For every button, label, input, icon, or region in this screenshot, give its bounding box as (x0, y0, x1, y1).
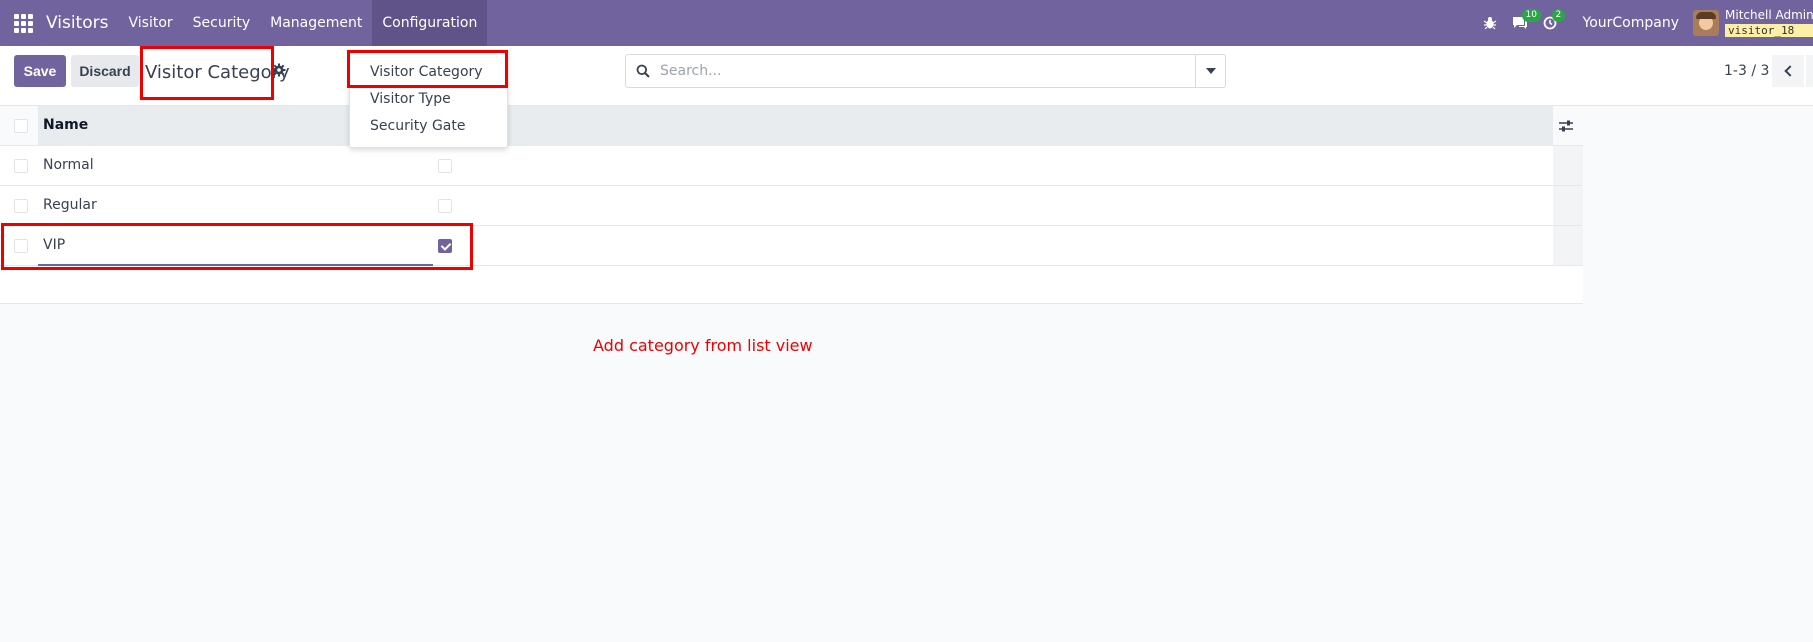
cell-name[interactable]: Regular (43, 197, 97, 213)
annotation-box-menu-item (347, 50, 508, 88)
table-row[interactable]: Regular (0, 186, 1583, 226)
search-input[interactable] (660, 55, 1195, 87)
menu-item-visitor-type[interactable]: Visitor Type (370, 91, 451, 107)
annotation-box-title (140, 46, 274, 100)
cell-name[interactable]: Normal (43, 157, 94, 173)
column-header-name[interactable] (38, 106, 1553, 146)
company-switcher[interactable]: YourCompany (1565, 15, 1694, 31)
search-bar (625, 54, 1226, 88)
navbar-systray: 10 2 YourCompany Mitchell Admin visitor_… (1475, 0, 1813, 46)
menu-item-security-gate[interactable]: Security Gate (370, 118, 465, 134)
database-name: visitor_18 (1725, 24, 1813, 37)
debug-bug-icon[interactable] (1475, 0, 1505, 46)
row-checkbox[interactable] (14, 199, 28, 213)
caret-down-icon (1205, 68, 1216, 74)
pager-previous-button[interactable] (1772, 55, 1804, 87)
pager-value[interactable]: 1-3 / 3 (1724, 63, 1769, 79)
app-name[interactable]: Visitors (46, 13, 118, 33)
gear-icon[interactable] (272, 63, 286, 81)
messages-icon[interactable]: 10 (1505, 0, 1541, 46)
column-name-label: Name (43, 117, 89, 133)
user-avatar[interactable] (1693, 10, 1719, 36)
user-name: Mitchell Admin (1725, 9, 1813, 22)
row-right-strip (1553, 146, 1583, 185)
top-navbar: Visitors Visitor Security Management Con… (0, 0, 1813, 46)
row-checkbox[interactable] (14, 159, 28, 173)
menu-management[interactable]: Management (260, 0, 372, 46)
row-boolean-checkbox[interactable] (438, 199, 452, 213)
select-all-checkbox[interactable] (14, 119, 28, 133)
menu-visitor[interactable]: Visitor (118, 0, 182, 46)
menu-security[interactable]: Security (183, 0, 261, 46)
annotation-box-vip-row (1, 223, 473, 270)
chevron-left-icon (1783, 65, 1796, 77)
activities-clock-icon[interactable]: 2 (1535, 0, 1566, 46)
row-boolean-checkbox[interactable] (438, 159, 452, 173)
empty-row (0, 266, 1583, 304)
pager-next-button[interactable] (1806, 55, 1813, 87)
activities-badge: 2 (1551, 9, 1566, 22)
user-menu[interactable]: Mitchell Admin visitor_18 (1725, 9, 1813, 37)
search-icon (626, 55, 660, 87)
annotation-note: Add category from list view (593, 336, 813, 355)
row-right-strip (1553, 186, 1583, 225)
discard-button[interactable]: Discard (71, 55, 139, 87)
table-row[interactable]: Normal (0, 146, 1583, 186)
save-button[interactable]: Save (14, 55, 66, 87)
optional-columns-sliders-icon[interactable] (1556, 116, 1576, 136)
menu-configuration[interactable]: Configuration (372, 0, 488, 46)
row-right-strip (1553, 226, 1583, 265)
list-header: Name (0, 106, 1583, 146)
apps-menu-icon[interactable] (0, 0, 46, 46)
search-options-toggle[interactable] (1195, 55, 1225, 87)
list-view: Name Normal Regular VIP (0, 106, 1583, 304)
